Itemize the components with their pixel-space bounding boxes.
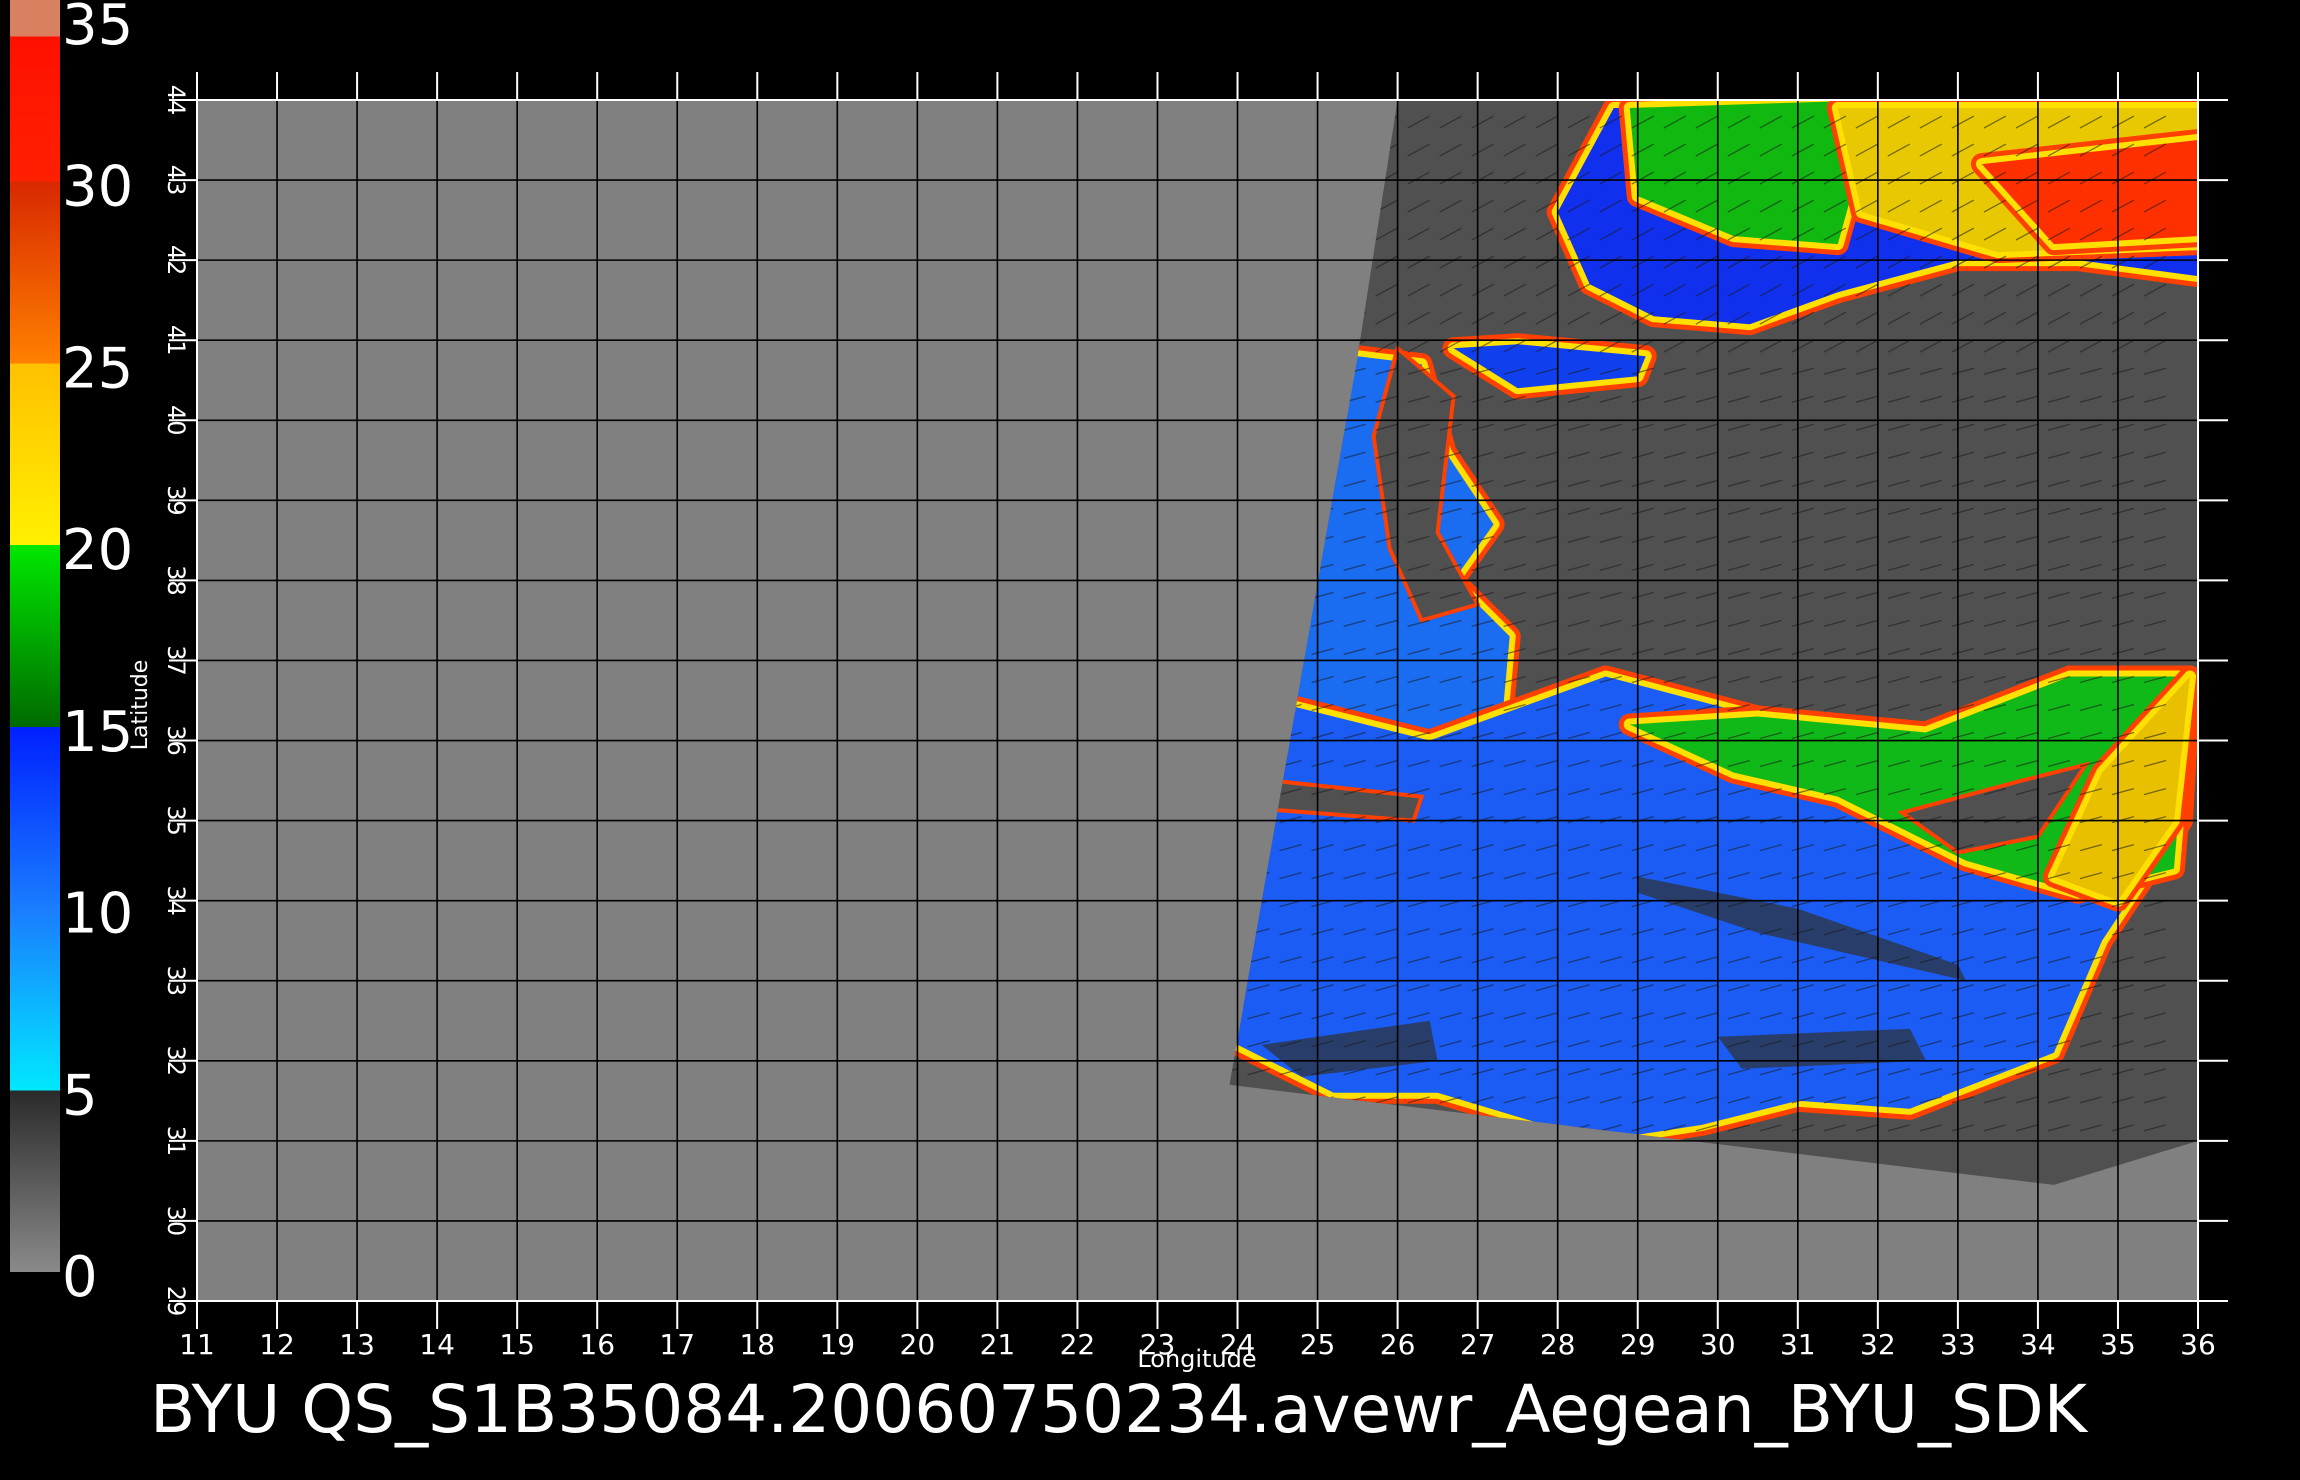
latitude-tick-label: 34 — [162, 885, 190, 916]
latitude-tick-label: 43 — [162, 165, 190, 196]
colorbar-tick-label: 20 — [62, 518, 133, 583]
colorbar-tick-label: 10 — [62, 882, 133, 947]
colorbar-tick-label: 25 — [62, 336, 133, 401]
longitude-tick-label: 15 — [499, 1328, 535, 1361]
longitude-tick-label: 26 — [1380, 1328, 1416, 1361]
longitude-tick-label: 14 — [419, 1328, 455, 1361]
longitude-tick-label: 30 — [1700, 1328, 1736, 1361]
colorbar-tick-label: 0 — [62, 1245, 98, 1310]
latitude-tick-label: 33 — [162, 965, 190, 996]
longitude-tick-label: 35 — [2100, 1328, 2136, 1361]
latitude-tick-label: 30 — [162, 1206, 190, 1237]
latitude-tick-label: 38 — [162, 565, 190, 596]
latitude-axis: 29 30 31 32 33 34 35 36 37 38 39 40 41 42 43 44 — [162, 85, 190, 1317]
colorbar-tick-label: 35 — [62, 0, 133, 58]
latitude-tick-label: 29 — [162, 1286, 190, 1317]
latitude-tick-label: 39 — [162, 485, 190, 516]
longitude-tick-label: 19 — [819, 1328, 855, 1361]
longitude-tick-label: 17 — [659, 1328, 695, 1361]
y-axis-title: Latitude — [128, 660, 153, 751]
latitude-tick-label: 41 — [162, 325, 190, 356]
x-axis-title: Longitude — [1137, 1345, 1256, 1373]
colorbar-tick-label: 15 — [62, 700, 133, 765]
longitude-tick-label: 29 — [1620, 1328, 1656, 1361]
longitude-tick-label: 20 — [900, 1328, 936, 1361]
colorbar-scale — [10, 0, 60, 1272]
figure-caption: BYU QS_S1B35084.20060750234.avewr_Aegean… — [150, 1371, 2089, 1448]
longitude-tick-label: 16 — [579, 1328, 615, 1361]
longitude-tick-label: 31 — [1780, 1328, 1816, 1361]
longitude-tick-label: 25 — [1300, 1328, 1336, 1361]
colorbar-tick-label: 30 — [62, 155, 133, 220]
longitude-tick-label: 34 — [2020, 1328, 2056, 1361]
longitude-tick-label: 22 — [1060, 1328, 1096, 1361]
longitude-tick-label: 32 — [1860, 1328, 1896, 1361]
latitude-tick-label: 37 — [162, 645, 190, 676]
longitude-tick-label: 21 — [980, 1328, 1016, 1361]
latitude-tick-label: 40 — [162, 405, 190, 436]
latitude-tick-label: 32 — [162, 1046, 190, 1077]
latitude-tick-label: 31 — [162, 1126, 190, 1157]
colorbar-tick-label: 5 — [62, 1063, 98, 1128]
map-panel: 11 12 13 14 15 16 17 18 19 20 21 22 23 24 25 26 27 28 29 30… — [128, 72, 2228, 1373]
longitude-tick-label: 11 — [179, 1328, 215, 1361]
longitude-tick-label: 18 — [739, 1328, 775, 1361]
latitude-tick-label: 35 — [162, 805, 190, 836]
longitude-tick-label: 27 — [1460, 1328, 1496, 1361]
latitude-tick-label: 36 — [162, 725, 190, 756]
latitude-tick-label: 42 — [162, 245, 190, 276]
longitude-tick-label: 28 — [1540, 1328, 1576, 1361]
colorbar: 35 30 25 20 15 10 5 0 — [10, 0, 133, 1310]
longitude-tick-label: 36 — [2180, 1328, 2216, 1361]
latitude-tick-label: 44 — [162, 85, 190, 116]
longitude-tick-label: 13 — [339, 1328, 375, 1361]
longitude-tick-label: 33 — [1940, 1328, 1976, 1361]
wind-speed-figure: 35 30 25 20 15 10 5 0 11 12 13 14 15 16 17 18 19 20 21 22 2… — [10, 0, 2228, 1448]
longitude-tick-label: 12 — [259, 1328, 295, 1361]
